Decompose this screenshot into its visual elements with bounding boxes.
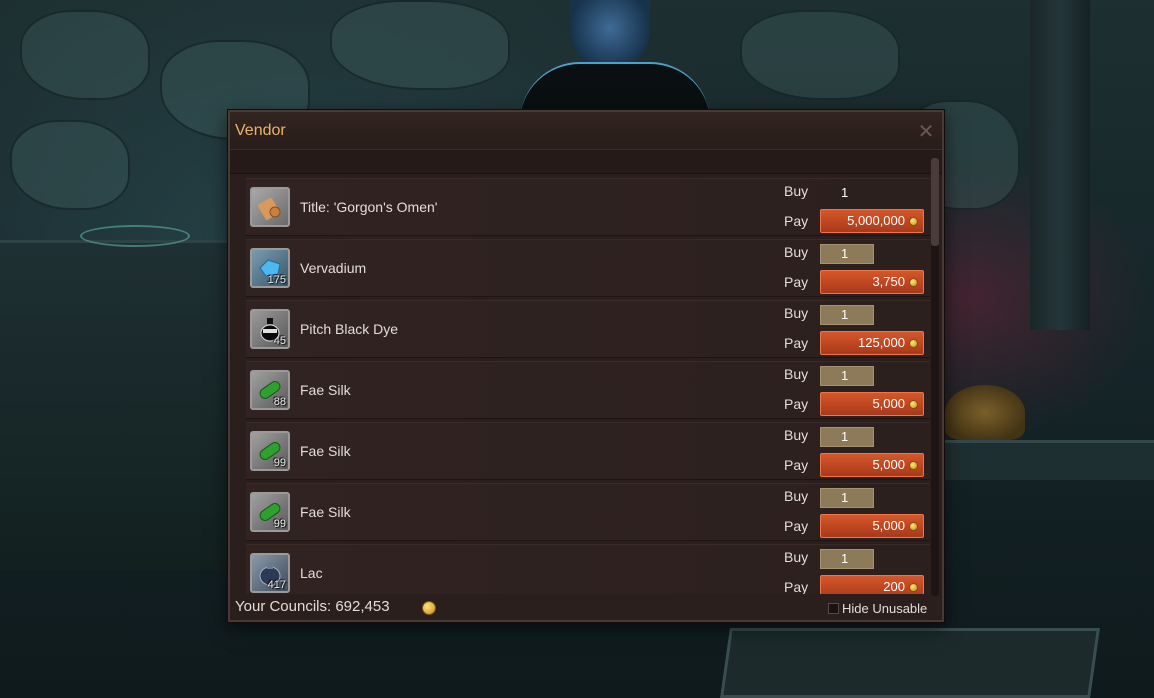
buy-label: Buy — [784, 244, 809, 260]
background-basket — [945, 385, 1025, 440]
quantity-field[interactable]: 1 — [820, 427, 874, 447]
list-scrollbar[interactable] — [931, 158, 939, 596]
background-crate — [720, 628, 1100, 698]
item-count: 417 — [267, 579, 286, 591]
pay-button[interactable]: 3,750 — [820, 270, 924, 294]
background-stone — [740, 10, 900, 100]
list-item[interactable]: 99 Fae Silk Buy 1 Pay 5,000 — [246, 422, 930, 480]
item-name: Fae Silk — [300, 504, 351, 520]
pay-button[interactable]: 5,000 — [820, 453, 924, 477]
buy-label: Buy — [784, 305, 809, 321]
coin-icon — [909, 522, 918, 531]
price-value: 3,750 — [872, 274, 905, 289]
pay-label: Pay — [784, 274, 809, 290]
hide-unusable-checkbox[interactable] — [828, 602, 839, 614]
item-name: Fae Silk — [300, 382, 351, 398]
item-count: 99 — [273, 518, 286, 530]
quantity-field[interactable]: 1 — [820, 488, 874, 508]
quantity-field[interactable]: 1 — [820, 549, 874, 569]
coin-icon — [909, 583, 918, 592]
silk-roll-icon[interactable]: 88 — [250, 370, 290, 410]
vendor-title: Vendor — [235, 122, 286, 139]
item-count: 99 — [273, 457, 286, 469]
coin-icon — [909, 278, 918, 287]
list-item[interactable]: 88 Fae Silk Buy 1 Pay 5,000 — [246, 361, 930, 419]
background-pillar — [1030, 0, 1090, 330]
vendor-title-bar[interactable]: Vendor ✕ — [230, 112, 942, 150]
quantity-field[interactable]: 1 — [820, 366, 874, 386]
crystal-icon[interactable]: 175 — [250, 248, 290, 288]
buy-label: Buy — [784, 549, 809, 565]
background-table — [0, 240, 240, 570]
vendor-item-list: Title: 'Gorgon's Omen' Buy 1 Pay 5,000,0… — [246, 178, 930, 594]
quantity-field[interactable]: 1 — [820, 244, 874, 264]
dye-bottle-icon[interactable]: 45 — [250, 309, 290, 349]
price-value: 5,000 — [872, 518, 905, 533]
item-count: 45 — [273, 335, 286, 347]
buy-label: Buy — [784, 427, 809, 443]
scrollbar-thumb[interactable] — [931, 158, 939, 246]
silk-roll-icon[interactable]: 99 — [250, 431, 290, 471]
item-count: 175 — [267, 274, 286, 286]
pay-label: Pay — [784, 518, 809, 534]
pay-label: Pay — [784, 579, 809, 594]
item-name: Title: 'Gorgon's Omen' — [300, 199, 438, 215]
buy-label: Buy — [784, 488, 809, 504]
price-value: 200 — [883, 579, 905, 594]
vendor-subbar — [230, 150, 942, 174]
silk-roll-icon[interactable]: 99 — [250, 492, 290, 532]
item-count: 88 — [273, 396, 286, 408]
coin-icon — [422, 601, 436, 615]
list-item[interactable]: 417 Lac Buy 1 Pay 200 — [246, 544, 930, 594]
price-value: 5,000,000 — [847, 213, 905, 228]
hide-unusable-label: Hide Unusable — [842, 600, 928, 616]
councils-balance: Your Councils: 692,453 — [235, 598, 390, 615]
pay-button[interactable]: 5,000 — [820, 392, 924, 416]
background-table — [945, 440, 1154, 480]
list-item[interactable]: Title: 'Gorgon's Omen' Buy 1 Pay 5,000,0… — [246, 178, 930, 236]
lac-pouch-icon[interactable]: 417 — [250, 553, 290, 593]
price-value: 5,000 — [872, 396, 905, 411]
background-rope — [80, 225, 190, 247]
list-item[interactable]: 175 Vervadium Buy 1 Pay 3,750 — [246, 239, 930, 297]
close-icon[interactable]: ✕ — [916, 121, 936, 141]
pay-label: Pay — [784, 396, 809, 412]
scroll-icon[interactable] — [250, 187, 290, 227]
background-stone — [330, 0, 510, 90]
quantity-field[interactable]: 1 — [820, 305, 874, 325]
pay-button[interactable]: 5,000,000 — [820, 209, 924, 233]
list-item[interactable]: 45 Pitch Black Dye Buy 1 Pay 125,000 — [246, 300, 930, 358]
coin-icon — [909, 461, 918, 470]
pay-button[interactable]: 125,000 — [820, 331, 924, 355]
price-value: 5,000 — [872, 457, 905, 472]
item-name: Lac — [300, 565, 323, 581]
coin-icon — [909, 400, 918, 409]
item-name: Vervadium — [300, 260, 367, 276]
vendor-window: Vendor ✕ Title: 'Gorgon's Omen' Buy 1 Pa… — [228, 110, 944, 622]
background-stone — [20, 10, 150, 100]
quantity-field[interactable]: 1 — [820, 183, 874, 203]
coin-icon — [909, 217, 918, 226]
scroll-icon-glyph — [258, 197, 281, 220]
hide-unusable-toggle[interactable]: Hide Unusable — [828, 599, 927, 617]
coin-icon — [909, 339, 918, 348]
background-stone — [10, 120, 130, 210]
pay-button[interactable]: 5,000 — [820, 514, 924, 538]
pay-label: Pay — [784, 457, 809, 473]
pay-button[interactable]: 200 — [820, 575, 924, 594]
price-value: 125,000 — [858, 335, 905, 350]
list-item[interactable]: 99 Fae Silk Buy 1 Pay 5,000 — [246, 483, 930, 541]
vendor-npc-head — [570, 0, 650, 70]
buy-label: Buy — [784, 366, 809, 382]
item-name: Fae Silk — [300, 443, 351, 459]
pay-label: Pay — [784, 335, 809, 351]
buy-label: Buy — [784, 183, 809, 199]
item-name: Pitch Black Dye — [300, 321, 399, 337]
pay-label: Pay — [784, 213, 809, 229]
